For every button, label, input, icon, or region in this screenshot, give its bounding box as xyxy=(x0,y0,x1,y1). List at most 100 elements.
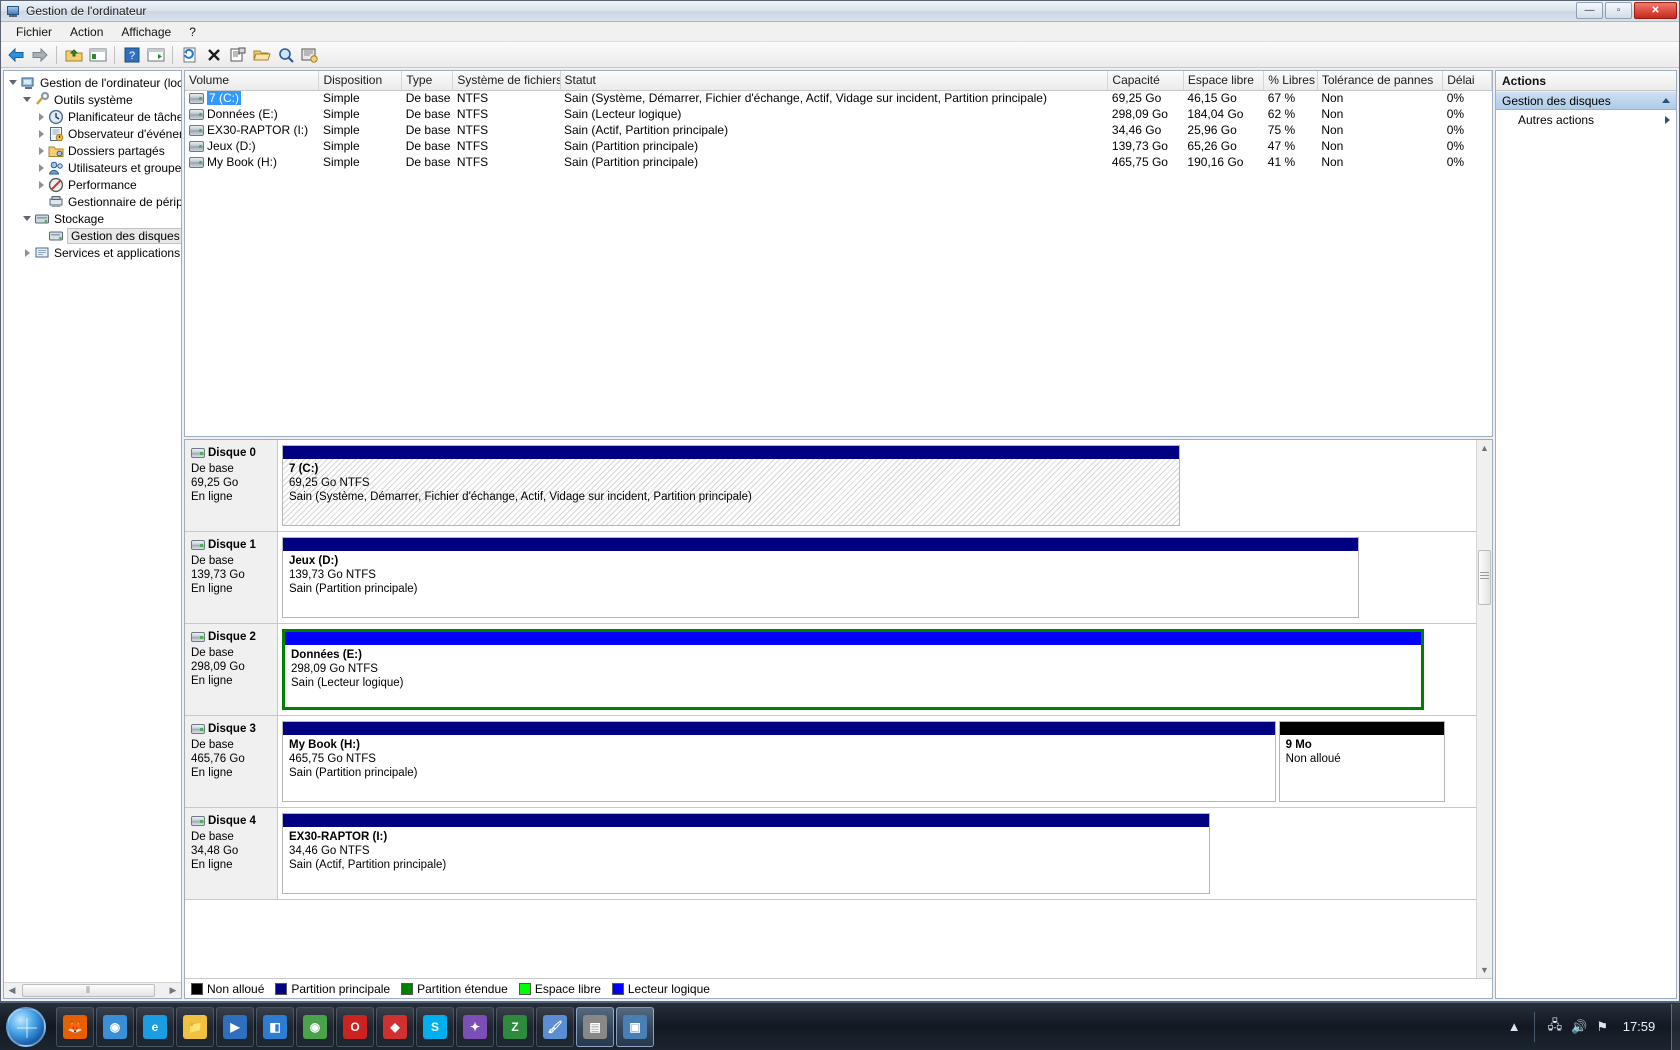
col-overhead[interactable]: Délai xyxy=(1442,71,1492,91)
tree-item-observateur-d-v-neme[interactable]: Observateur d'événeme xyxy=(6,125,181,142)
col-status[interactable]: Statut xyxy=(560,71,1109,91)
title-bar[interactable]: Gestion de l'ordinateur — ▫ ✕ xyxy=(1,1,1679,22)
cell-volume[interactable]: Données (E:) xyxy=(185,106,319,122)
taskbar-app-chrome[interactable]: ◉ xyxy=(296,1006,334,1047)
taskbar-app-app-blue[interactable]: ◧ xyxy=(256,1006,294,1047)
col-capacity[interactable]: Capacité xyxy=(1107,71,1184,91)
network-icon[interactable]: 🖧 xyxy=(1548,1016,1563,1038)
volume-row[interactable]: EX30-RAPTOR (I:) Simple De base NTFS Sain (A… xyxy=(185,122,1492,138)
scroll-right-icon[interactable]: ▶ xyxy=(165,983,181,998)
disk-row[interactable]: Disque 0 De base 69,25 Go En ligne 7 (C:) 69,… xyxy=(185,440,1476,532)
show-hide-tree-icon[interactable] xyxy=(86,44,109,66)
start-button[interactable] xyxy=(0,1004,52,1050)
volume-row[interactable]: Jeux (D:) Simple De base NTFS Sain (Partitio… xyxy=(185,138,1492,154)
tree-item-gestion-des-disques[interactable]: Gestion des disques xyxy=(6,227,181,244)
windows-start-orb-icon[interactable] xyxy=(6,1006,46,1047)
tree-twisty[interactable] xyxy=(34,112,48,121)
col-pctfree[interactable]: % Libres xyxy=(1263,71,1318,91)
taskbar-app-app-red[interactable]: ◆ xyxy=(376,1006,414,1047)
tray-expand-icon[interactable]: ▲ xyxy=(1508,1019,1521,1034)
action-disk-management[interactable]: Gestion des disques xyxy=(1496,91,1676,110)
tree-horizontal-scrollbar[interactable]: ◀ ⦀ ▶ xyxy=(4,982,181,998)
col-filesystem[interactable]: Système de fichiers xyxy=(452,71,561,91)
taskbar-app-explorer[interactable]: 📁 xyxy=(176,1006,214,1047)
action-center-icon[interactable]: ⚑ xyxy=(1596,1019,1608,1035)
col-disposition[interactable]: Disposition xyxy=(318,71,403,91)
menu-fichier[interactable]: Fichier xyxy=(7,23,61,41)
rescan-disks-icon[interactable] xyxy=(298,44,321,66)
disk-header[interactable]: Disque 0 De base 69,25 Go En ligne xyxy=(185,440,278,531)
help-icon[interactable]: ? xyxy=(120,44,143,66)
refresh-icon[interactable] xyxy=(178,44,201,66)
forward-arrow-icon[interactable] xyxy=(28,44,51,66)
cell-volume[interactable]: Jeux (D:) xyxy=(185,138,319,154)
cell-volume[interactable]: My Book (H:) xyxy=(185,154,319,170)
col-faulttolerance[interactable]: Tolérance de pannes xyxy=(1317,71,1444,91)
console-tree[interactable]: Gestion de l'ordinateur (local) Outils sy… xyxy=(4,71,181,982)
disk-list[interactable]: Disque 0 De base 69,25 Go En ligne 7 (C:) 69,… xyxy=(185,440,1476,978)
taskbar-app-chrome-beta[interactable]: ◉ xyxy=(96,1006,134,1047)
taskbar-app-edge[interactable]: e xyxy=(136,1006,174,1047)
tree-twisty[interactable] xyxy=(20,248,34,257)
taskbar-app-app-purple[interactable]: ✦ xyxy=(456,1006,494,1047)
taskbar-app-app-green[interactable]: Z xyxy=(496,1006,534,1047)
cell-volume[interactable]: 7 (C:) xyxy=(185,90,319,106)
show-desktop-button[interactable] xyxy=(1671,1003,1680,1050)
action-more-actions[interactable]: Autres actions xyxy=(1496,110,1676,129)
menu-action[interactable]: Action xyxy=(61,23,112,41)
partition-block[interactable]: 9 Mo Non alloué xyxy=(1278,721,1446,802)
tree-item-gestionnaire-de-p-riph[interactable]: Gestionnaire de périphé xyxy=(6,193,181,210)
tree-item-utilisateurs-et-groupes-l[interactable]: Utilisateurs et groupes l xyxy=(6,159,181,176)
tree-twisty[interactable] xyxy=(20,97,34,102)
taskbar-app-firefox[interactable]: 🦊 xyxy=(56,1006,94,1047)
taskbar-app-computer-management[interactable]: ▣ xyxy=(616,1006,654,1047)
scroll-left-icon[interactable]: ◀ xyxy=(4,983,20,998)
taskbar-app-skype[interactable]: S xyxy=(416,1006,454,1047)
taskbar-app-paint[interactable]: 🖌 xyxy=(536,1006,574,1047)
up-folder-icon[interactable] xyxy=(62,44,85,66)
disk-header[interactable]: Disque 2 De base 298,09 Go En ligne xyxy=(185,624,278,715)
col-freespace[interactable]: Espace libre xyxy=(1183,71,1265,91)
volume-icon[interactable]: 🔊 xyxy=(1571,1019,1587,1035)
volume-row[interactable]: 7 (C:) Simple De base NTFS Sain (Système, Dé… xyxy=(185,90,1492,106)
show-hide-action-pane-icon[interactable] xyxy=(144,44,167,66)
tree-twisty[interactable] xyxy=(34,146,48,155)
back-arrow-icon[interactable] xyxy=(4,44,27,66)
partition-block[interactable]: Jeux (D:) 139,73 Go NTFS Sain (Partition p… xyxy=(282,537,1359,618)
disk-row[interactable]: Disque 2 De base 298,09 Go En ligne Données … xyxy=(185,624,1476,716)
tree-twisty[interactable] xyxy=(34,180,48,189)
tree-item-gestion-de-l-ordinateur-local[interactable]: Gestion de l'ordinateur (local) xyxy=(6,74,181,91)
disk-header[interactable]: Disque 4 De base 34,48 Go En ligne xyxy=(185,808,278,899)
tree-item-services-et-applications[interactable]: Services et applications xyxy=(6,244,181,261)
disk-row[interactable]: Disque 3 De base 465,76 Go En ligne My Book … xyxy=(185,716,1476,808)
col-type[interactable]: Type xyxy=(401,71,454,91)
tree-twisty[interactable] xyxy=(6,80,20,85)
tree-item-outils-syst-me[interactable]: Outils système xyxy=(6,91,181,108)
maximize-button[interactable]: ▫ xyxy=(1605,2,1632,19)
tree-item-dossiers-partag-s[interactable]: Dossiers partagés xyxy=(6,142,181,159)
search-icon[interactable] xyxy=(274,44,297,66)
tree-twisty[interactable] xyxy=(20,216,34,221)
disk-header[interactable]: Disque 3 De base 465,76 Go En ligne xyxy=(185,716,278,807)
partition-block[interactable]: Données (E:) 298,09 Go NTFS Sain (Lecteur … xyxy=(282,629,1425,710)
col-volume[interactable]: Volume xyxy=(185,71,320,91)
taskbar-app-opera[interactable]: O xyxy=(336,1006,374,1047)
taskbar-app-media-player[interactable]: ▶ xyxy=(216,1006,254,1047)
tree-item-stockage[interactable]: Stockage xyxy=(6,210,181,227)
chevron-right-icon[interactable] xyxy=(1665,115,1670,124)
cell-volume[interactable]: EX30-RAPTOR (I:) xyxy=(185,122,319,138)
disk-vertical-scrollbar[interactable]: ▲ ▼ xyxy=(1476,440,1492,978)
close-button[interactable]: ✕ xyxy=(1634,2,1677,19)
chevron-up-icon[interactable] xyxy=(1662,98,1670,103)
partition-block[interactable]: 7 (C:) 69,25 Go NTFS Sain (Système, Démarr… xyxy=(282,445,1181,526)
tree-twisty[interactable] xyxy=(34,129,48,138)
disk-row[interactable]: Disque 4 De base 34,48 Go En ligne EX30-RAPT… xyxy=(185,808,1476,900)
disk-header[interactable]: Disque 1 De base 139,73 Go En ligne xyxy=(185,532,278,623)
tree-item-planificateur-de-t-ches[interactable]: Planificateur de tâches xyxy=(6,108,181,125)
menu-affichage[interactable]: Affichage xyxy=(112,23,180,41)
scroll-thumb[interactable]: ⦀ xyxy=(22,984,155,997)
partition-block[interactable]: My Book (H:) 465,75 Go NTFS Sain (Partitio… xyxy=(282,721,1276,802)
tree-twisty[interactable] xyxy=(34,163,48,172)
scroll-down-icon[interactable]: ▼ xyxy=(1477,962,1492,978)
taskbar-app-calculator[interactable]: ▤ xyxy=(576,1006,614,1047)
